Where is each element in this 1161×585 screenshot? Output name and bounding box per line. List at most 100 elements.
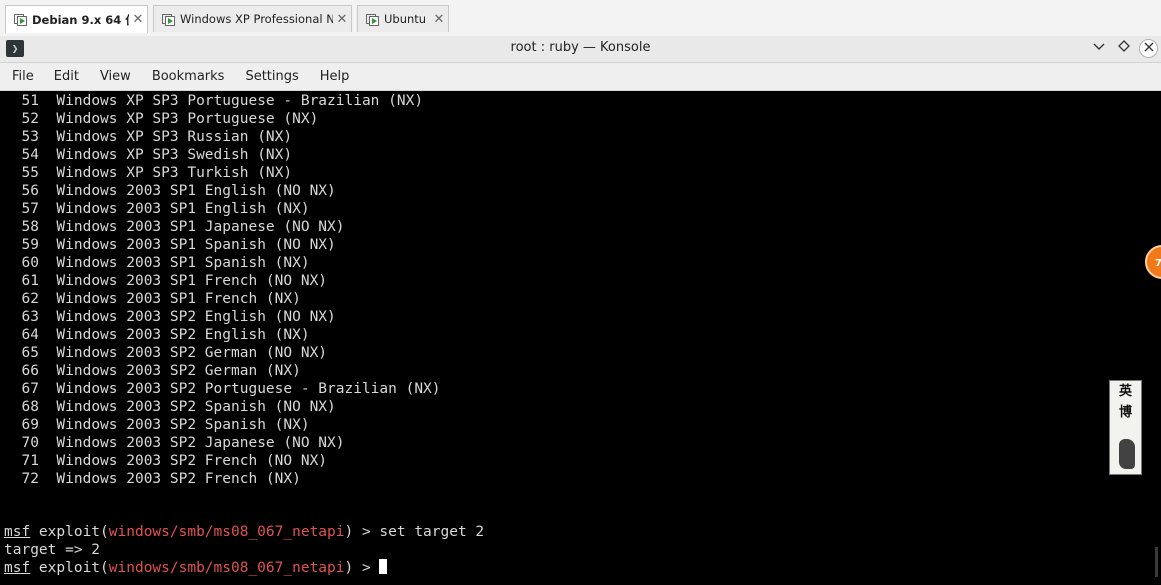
- active-prompt-line[interactable]: msf exploit(windows/smb/ms08_067_netapi)…: [4, 559, 484, 577]
- tab-label: Debian 9.x 64 位: [32, 12, 129, 27]
- target-row: 63 Windows 2003 SP2 English (NO NX): [4, 308, 441, 326]
- menu-help[interactable]: Help: [299, 69, 350, 84]
- target-id: 55: [21, 165, 39, 181]
- target-name: Windows 2003 SP2 German (NX): [56, 363, 301, 379]
- target-row: 72 Windows 2003 SP2 French (NX): [4, 470, 441, 488]
- tab-debian[interactable]: Debian 9.x 64 位 ✕: [5, 5, 148, 33]
- target-row: 61 Windows 2003 SP1 French (NO NX): [4, 272, 441, 290]
- target-name: Windows XP SP3 Turkish (NX): [56, 165, 293, 181]
- target-name: Windows 2003 SP2 Spanish (NX): [56, 417, 310, 433]
- brush-stroke: [1119, 439, 1135, 469]
- tab-close-icon[interactable]: ✕: [129, 12, 147, 27]
- target-row: 55 Windows XP SP3 Turkish (NX): [4, 164, 441, 182]
- maximize-button[interactable]: [1115, 39, 1133, 57]
- target-id: 62: [21, 291, 39, 307]
- target-id: 72: [21, 471, 39, 487]
- target-row: 65 Windows 2003 SP2 German (NO NX): [4, 344, 441, 362]
- module-path: windows/smb/ms08_067_netapi: [108, 524, 345, 540]
- text-cursor: [379, 559, 388, 574]
- msf-label: msf: [4, 560, 31, 576]
- close-button[interactable]: [1139, 39, 1158, 58]
- target-row: 56 Windows 2003 SP1 English (NO NX): [4, 182, 441, 200]
- tab-close-icon[interactable]: ✕: [333, 12, 351, 27]
- command-text: set target 2: [379, 524, 485, 540]
- target-id: 67: [21, 381, 39, 397]
- vm-tab-strip: Debian 9.x 64 位 ✕ Windows XP Professiona…: [0, 0, 1161, 37]
- exploit-label: exploit(: [30, 524, 109, 540]
- vm-play-icon: [14, 14, 27, 26]
- target-row: 57 Windows 2003 SP1 English (NX): [4, 200, 441, 218]
- vm-play-icon: [162, 13, 175, 26]
- target-list: 51 Windows XP SP3 Portuguese - Brazilian…: [4, 92, 441, 488]
- window-titlebar[interactable]: ❯ root : ruby — Konsole: [0, 36, 1161, 63]
- seal-image: 英 博: [1109, 380, 1142, 475]
- scrollbar-thumb[interactable]: [1155, 547, 1158, 577]
- target-name: Windows 2003 SP2 Japanese (NO NX): [56, 435, 345, 451]
- target-name: Windows 2003 SP2 French (NX): [56, 471, 301, 487]
- target-id: 64: [21, 327, 39, 343]
- tab-ubuntu[interactable]: Ubuntu ✕: [357, 5, 449, 32]
- target-name: Windows 2003 SP2 Spanish (NO NX): [56, 399, 336, 415]
- menu-file[interactable]: File: [0, 69, 34, 84]
- target-name: Windows 2003 SP1 Spanish (NO NX): [56, 237, 336, 253]
- target-name: Windows 2003 SP1 French (NX): [56, 291, 301, 307]
- target-row: 68 Windows 2003 SP2 Spanish (NO NX): [4, 398, 441, 416]
- target-name: Windows XP SP3 Portuguese (NX): [56, 111, 319, 127]
- target-id: 56: [21, 183, 39, 199]
- menu-bar: File Edit View Bookmarks Settings Help: [0, 63, 1161, 91]
- target-name: Windows 2003 SP2 English (NX): [56, 327, 310, 343]
- target-row: 52 Windows XP SP3 Portuguese (NX): [4, 110, 441, 128]
- target-row: 67 Windows 2003 SP2 Portuguese - Brazili…: [4, 380, 441, 398]
- target-name: Windows 2003 SP1 English (NO NX): [56, 183, 336, 199]
- target-name: Windows 2003 SP1 English (NX): [56, 201, 310, 217]
- target-name: Windows 2003 SP2 French (NO NX): [56, 453, 328, 469]
- target-id: 65: [21, 345, 39, 361]
- target-id: 68: [21, 399, 39, 415]
- target-row: 69 Windows 2003 SP2 Spanish (NX): [4, 416, 441, 434]
- target-id: 54: [21, 147, 39, 163]
- target-name: Windows 2003 SP2 English (NO NX): [56, 309, 336, 325]
- vm-play-icon: [366, 13, 379, 26]
- target-id: 59: [21, 237, 39, 253]
- target-row: 58 Windows 2003 SP1 Japanese (NO NX): [4, 218, 441, 236]
- menu-edit[interactable]: Edit: [34, 69, 79, 84]
- tab-close-icon[interactable]: ✕: [430, 12, 448, 27]
- target-name: Windows 2003 SP2 Portuguese - Brazilian …: [56, 381, 441, 397]
- target-id: 70: [21, 435, 39, 451]
- command-response: target => 2: [4, 542, 101, 558]
- target-row: 66 Windows 2003 SP2 German (NX): [4, 362, 441, 380]
- target-id: 63: [21, 309, 39, 325]
- target-id: 52: [21, 111, 39, 127]
- target-id: 60: [21, 255, 39, 271]
- prompt-suffix: ) >: [344, 524, 380, 540]
- target-row: 62 Windows 2003 SP1 French (NX): [4, 290, 441, 308]
- msf-label: msf: [4, 524, 31, 540]
- target-row: 70 Windows 2003 SP2 Japanese (NO NX): [4, 434, 441, 452]
- target-id: 57: [21, 201, 39, 217]
- target-name: Windows XP SP3 Russian (NX): [56, 129, 293, 145]
- target-name: Windows 2003 SP1 Spanish (NX): [56, 255, 310, 271]
- window-title: root : ruby — Konsole: [510, 40, 651, 55]
- seal-glyph: 英: [1118, 384, 1132, 399]
- tab-label: Ubuntu: [384, 12, 427, 26]
- target-row: 64 Windows 2003 SP2 English (NX): [4, 326, 441, 344]
- target-row: 59 Windows 2003 SP1 Spanish (NO NX): [4, 236, 441, 254]
- target-row: 51 Windows XP SP3 Portuguese - Brazilian…: [4, 92, 441, 110]
- target-id: 69: [21, 417, 39, 433]
- tab-label: Windows XP Professional No P…: [180, 12, 333, 26]
- target-id: 51: [21, 93, 39, 109]
- terminal-prompt-area: msf exploit(windows/smb/ms08_067_netapi)…: [4, 523, 484, 577]
- seal-glyph: 博: [1118, 405, 1132, 420]
- menu-settings[interactable]: Settings: [224, 69, 298, 84]
- target-id: 61: [21, 273, 39, 289]
- target-row: 53 Windows XP SP3 Russian (NX): [4, 128, 441, 146]
- menu-view[interactable]: View: [79, 69, 131, 84]
- minimize-button[interactable]: [1090, 39, 1108, 57]
- tab-windows-xp[interactable]: Windows XP Professional No P… ✕: [153, 5, 352, 32]
- target-row: 60 Windows 2003 SP1 Spanish (NX): [4, 254, 441, 272]
- menu-bookmarks[interactable]: Bookmarks: [131, 69, 225, 84]
- target-name: Windows 2003 SP1 French (NO NX): [56, 273, 328, 289]
- target-id: 53: [21, 129, 39, 145]
- target-name: Windows 2003 SP2 German (NO NX): [56, 345, 328, 361]
- terminal-output[interactable]: 51 Windows XP SP3 Portuguese - Brazilian…: [0, 91, 1161, 585]
